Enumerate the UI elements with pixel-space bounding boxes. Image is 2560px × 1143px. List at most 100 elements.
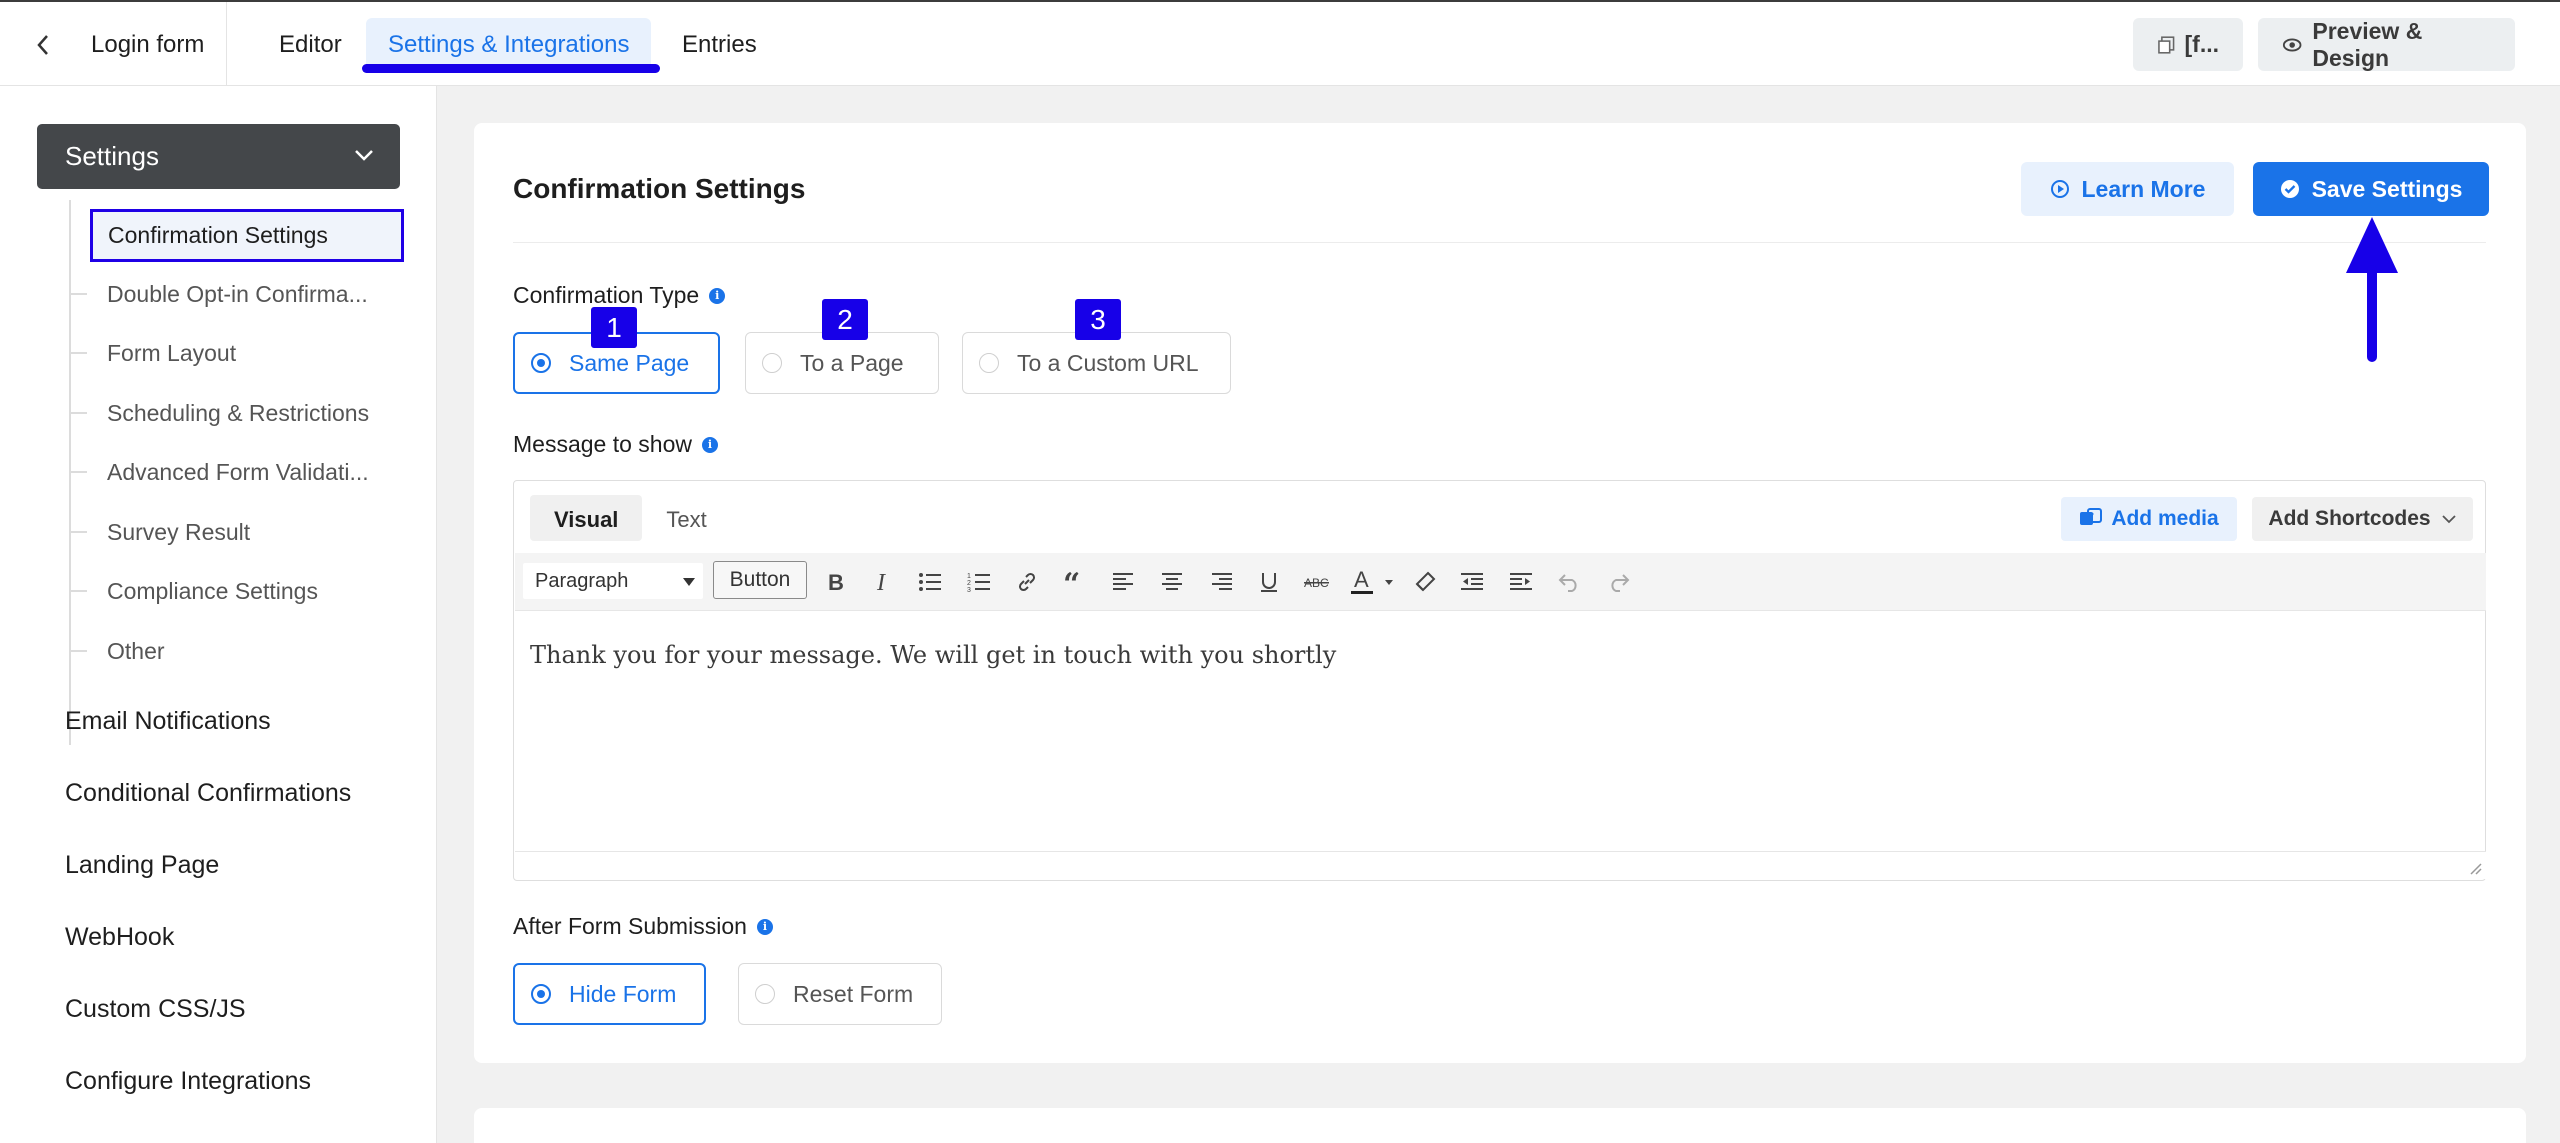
indent-icon[interactable] <box>1507 567 1537 597</box>
tab-text[interactable]: Text <box>642 495 730 541</box>
bullet-list-icon[interactable] <box>915 567 945 597</box>
chevron-down-icon <box>2441 515 2456 524</box>
sidebar-item-webhook[interactable]: WebHook <box>65 923 174 952</box>
annotation-badge-3: 3 <box>1075 299 1121 340</box>
underline-icon[interactable] <box>1254 567 1284 597</box>
strikethrough-icon[interactable]: ABC <box>1302 567 1332 597</box>
add-media-button[interactable]: Add media <box>2061 497 2237 541</box>
bold-icon[interactable]: B <box>819 567 849 597</box>
media-icon <box>2080 508 2103 525</box>
sidebar-item-double-optin[interactable]: Double Opt-in Confirma... <box>71 281 368 308</box>
back-arrow-icon[interactable] <box>26 28 60 62</box>
svg-text:2: 2 <box>967 580 971 587</box>
sidebar-item-conditional-confirmations[interactable]: Conditional Confirmations <box>65 779 351 808</box>
sidebar-item-label: Form Layout <box>107 340 237 366</box>
tab-settings-integrations[interactable]: Settings & Integrations <box>366 18 652 70</box>
svg-text:B: B <box>828 571 844 593</box>
after-submission-label: After Form Submission i <box>513 913 773 940</box>
svg-text:“: “ <box>1063 572 1080 592</box>
info-icon[interactable]: i <box>709 287 726 304</box>
sidebar-item-confirmation-settings[interactable]: Confirmation Settings <box>90 209 404 262</box>
radio-label: Hide Form <box>569 980 677 1007</box>
preview-label: Preview & Design <box>2312 17 2423 71</box>
shortcode-button[interactable]: [f... <box>2133 18 2243 71</box>
radio-label: Reset Form <box>793 980 914 1007</box>
radio-hide-form[interactable]: Hide Form <box>513 963 706 1025</box>
secondary-card <box>474 1108 2526 1143</box>
divider <box>513 242 2486 243</box>
info-icon[interactable]: i <box>756 918 773 935</box>
sidebar-item-label: Advanced Form Validati... <box>107 459 369 485</box>
sidebar-item-configure-integrations[interactable]: Configure Integrations <box>65 1067 311 1096</box>
resize-handle-icon[interactable] <box>2468 861 2482 875</box>
sidebar-item-form-layout[interactable]: Form Layout <box>71 340 237 367</box>
sidebar-item-scheduling[interactable]: Scheduling & Restrictions <box>71 400 370 427</box>
copy-icon <box>2158 35 2175 54</box>
radio-indicator <box>979 353 999 373</box>
radio-indicator <box>531 984 551 1004</box>
radio-indicator <box>531 353 551 373</box>
sidebar-item-compliance[interactable]: Compliance Settings <box>71 578 318 605</box>
outdent-icon[interactable] <box>1458 567 1488 597</box>
formatting-toolbar: Paragraph Button B I 123 “ ABC A <box>515 553 2486 611</box>
radio-label: Same Page <box>569 349 690 376</box>
editor-content[interactable]: Thank you for your message. We will get … <box>530 641 1336 669</box>
align-right-icon[interactable] <box>1206 567 1236 597</box>
sidebar-item-email-notifications[interactable]: Email Notifications <box>65 707 271 736</box>
preview-design-button[interactable]: Preview & Design <box>2258 18 2515 71</box>
undo-icon[interactable] <box>1555 567 1585 597</box>
format-select[interactable]: Paragraph <box>523 563 703 599</box>
eye-icon <box>2282 38 2302 51</box>
svg-text:A: A <box>1354 569 1369 592</box>
tab-entries[interactable]: Entries <box>682 31 757 59</box>
sidebar-item-survey-result[interactable]: Survey Result <box>71 519 251 546</box>
sidebar-item-label: Compliance Settings <box>107 578 318 604</box>
page-title: Confirmation Settings <box>513 173 806 204</box>
save-settings-button[interactable]: Save Settings <box>2253 162 2489 216</box>
radio-reset-form[interactable]: Reset Form <box>738 963 942 1025</box>
annotation-arrow-up-icon <box>2346 217 2398 362</box>
learn-more-button[interactable]: Learn More <box>2021 162 2234 216</box>
italic-icon[interactable]: I <box>867 567 897 597</box>
label-text: Message to show <box>513 431 692 457</box>
info-icon[interactable]: i <box>701 436 718 453</box>
radio-to-a-page[interactable]: To a Page <box>745 332 939 394</box>
confirmation-settings-card: Confirmation Settings Learn More Save Se… <box>474 123 2526 1063</box>
sidebar-item-landing-page[interactable]: Landing Page <box>65 851 219 880</box>
align-left-icon[interactable] <box>1109 567 1139 597</box>
sidebar-item-label: Other <box>107 638 165 664</box>
text-color-icon[interactable]: A <box>1351 567 1395 597</box>
sidebar-item-label: Survey Result <box>107 519 251 545</box>
numbered-list-icon[interactable]: 123 <box>964 567 994 597</box>
clear-formatting-icon[interactable] <box>1410 567 1440 597</box>
sidebar: Settings Confirmation Settings Double Op… <box>0 86 437 1143</box>
svg-text:1: 1 <box>967 573 971 580</box>
tab-visual[interactable]: Visual <box>530 495 643 541</box>
sidebar-item-custom-css-js[interactable]: Custom CSS/JS <box>65 995 246 1024</box>
divider <box>226 2 227 86</box>
label-text: Confirmation Type <box>513 282 700 308</box>
sidebar-item-label: Confirmation Settings <box>108 222 328 248</box>
editor-statusbar <box>515 851 2486 879</box>
sidebar-item-other[interactable]: Other <box>71 638 165 665</box>
svg-text:I: I <box>876 571 886 593</box>
sidebar-item-label: Scheduling & Restrictions <box>107 400 370 426</box>
form-title: Login form <box>91 31 205 58</box>
message-to-show-label: Message to show i <box>513 431 718 458</box>
settings-dropdown[interactable]: Settings <box>37 124 400 189</box>
tab-editor[interactable]: Editor <box>279 31 342 59</box>
radio-custom-url[interactable]: To a Custom URL <box>962 332 1231 394</box>
blockquote-icon[interactable]: “ <box>1060 567 1090 597</box>
annotation-badge-2: 2 <box>822 299 868 340</box>
radio-indicator <box>762 353 782 373</box>
sidebar-item-advanced-validation[interactable]: Advanced Form Validati... <box>71 459 369 486</box>
annotation-badge-1: 1 <box>591 307 637 348</box>
add-shortcodes-dropdown[interactable]: Add Shortcodes <box>2252 497 2473 541</box>
insert-button-button[interactable]: Button <box>713 561 807 599</box>
link-icon[interactable] <box>1012 567 1042 597</box>
align-center-icon[interactable] <box>1157 567 1187 597</box>
chevron-down-icon <box>355 150 373 161</box>
editor-tabs: Visual Text <box>530 495 731 541</box>
redo-icon[interactable] <box>1603 567 1633 597</box>
top-bar: Login form Editor Settings & Integration… <box>0 0 2560 86</box>
